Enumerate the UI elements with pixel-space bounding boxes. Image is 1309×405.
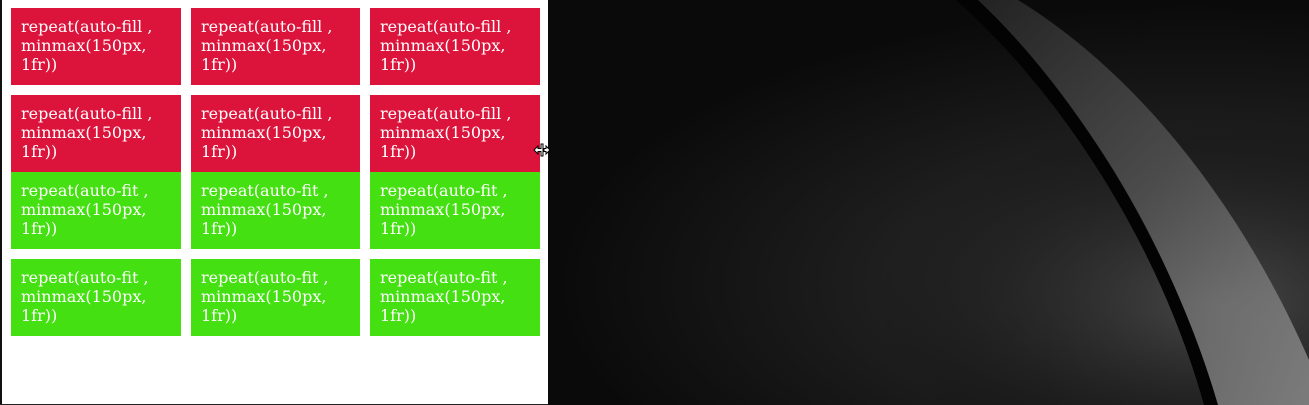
auto-fit-grid-item: repeat(auto-fit , minmax(150px, 1fr)): [370, 259, 540, 336]
auto-fit-grid-item: repeat(auto-fit , minmax(150px, 1fr)): [11, 259, 181, 336]
auto-fill-grid-item: repeat(auto-fill , minmax(150px, 1fr)): [191, 95, 360, 172]
browser-viewport: repeat(auto-fill , minmax(150px, 1fr)) r…: [0, 0, 548, 404]
auto-fill-grid-item: repeat(auto-fill , minmax(150px, 1fr)): [11, 8, 181, 85]
auto-fill-grid-item: repeat(auto-fill , minmax(150px, 1fr)): [11, 95, 181, 172]
auto-fit-grid-item: repeat(auto-fit , minmax(150px, 1fr)): [191, 259, 360, 336]
desktop-wallpaper: [548, 0, 1309, 405]
screen: repeat(auto-fill , minmax(150px, 1fr)) r…: [0, 0, 1309, 405]
auto-fill-grid-item: repeat(auto-fill , minmax(150px, 1fr)): [191, 8, 360, 85]
auto-fit-grid-item: repeat(auto-fit , minmax(150px, 1fr)): [11, 172, 181, 249]
horizontal-resize-cursor-icon: [533, 143, 551, 157]
auto-fit-grid-item: repeat(auto-fit , minmax(150px, 1fr)): [370, 172, 540, 249]
auto-fit-grid-item: repeat(auto-fit , minmax(150px, 1fr)): [191, 172, 360, 249]
auto-fit-grid: repeat(auto-fit , minmax(150px, 1fr)) re…: [11, 172, 542, 336]
auto-fill-grid: repeat(auto-fill , minmax(150px, 1fr)) r…: [11, 8, 542, 172]
auto-fill-grid-item: repeat(auto-fill , minmax(150px, 1fr)): [370, 95, 540, 172]
auto-fill-grid-item: repeat(auto-fill , minmax(150px, 1fr)): [370, 8, 540, 85]
abstract-curve-wallpaper-icon: [548, 0, 1309, 405]
